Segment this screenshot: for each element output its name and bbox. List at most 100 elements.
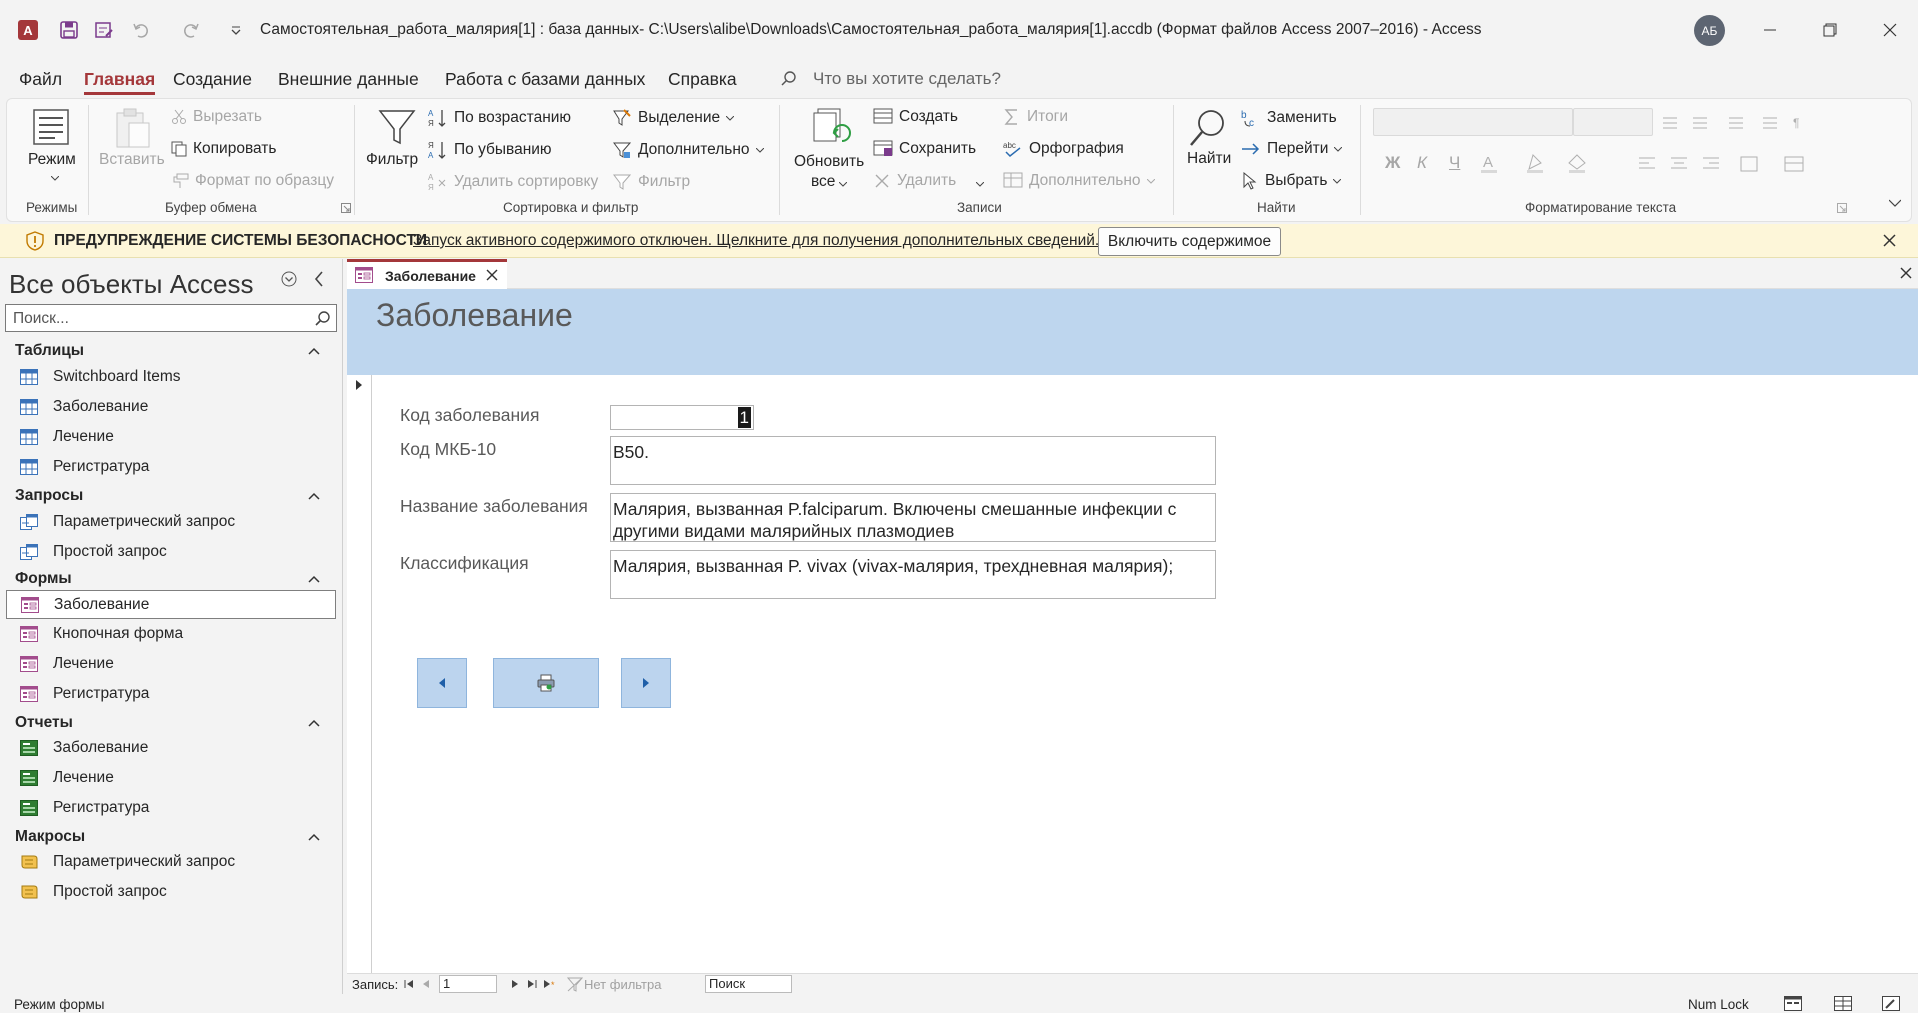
nav-item-query-parametric[interactable]: Параметрический запрос xyxy=(6,508,336,537)
save-icon[interactable] xyxy=(56,17,82,43)
refresh-all-button[interactable]: Обновить xyxy=(794,153,864,171)
font-name-select[interactable] xyxy=(1373,108,1573,136)
close-window-icon[interactable] xyxy=(1867,14,1913,46)
find-button[interactable]: Найти xyxy=(1187,150,1231,168)
chevron-up-icon[interactable] xyxy=(306,343,322,359)
search-icon[interactable] xyxy=(314,310,332,328)
new-record-nav-icon[interactable]: * xyxy=(543,979,557,989)
dialog-launcher-icon[interactable] xyxy=(341,203,351,213)
security-warning-link[interactable]: Запуск активного содержимого отключен. Щ… xyxy=(413,232,1099,250)
tab-help[interactable]: Справка xyxy=(668,69,737,90)
classification-input[interactable]: Малярия, вызванная P. vivax (vivax-маляр… xyxy=(610,550,1216,599)
totals-button[interactable]: Итоги xyxy=(1003,108,1068,126)
refresh-all-icon[interactable] xyxy=(812,107,852,151)
chevron-up-icon[interactable] xyxy=(306,715,322,731)
nav-group-macros[interactable]: Макросы xyxy=(15,828,85,846)
nav-item-table-treatment[interactable]: Лечение xyxy=(6,423,336,452)
chevron-up-icon[interactable] xyxy=(306,829,322,845)
print-record-button[interactable] xyxy=(493,658,599,708)
refresh-all-button-line2[interactable]: все xyxy=(811,173,835,191)
collapse-pane-icon[interactable] xyxy=(314,271,324,287)
tab-create[interactable]: Создание xyxy=(173,69,252,90)
restore-icon[interactable] xyxy=(1807,14,1853,46)
form-view-icon[interactable] xyxy=(1784,996,1802,1011)
toggle-filter-button[interactable]: Фильтр xyxy=(612,172,690,192)
datasheet-view-icon[interactable] xyxy=(1834,996,1852,1011)
first-record-icon[interactable] xyxy=(404,979,414,989)
cut-button[interactable]: Вырезать xyxy=(171,108,262,126)
nav-item-macro-simple[interactable]: Простой запрос xyxy=(6,878,336,907)
no-filter-label[interactable]: Нет фильтра xyxy=(584,977,661,992)
spelling-button[interactable]: abc Орфография xyxy=(1003,140,1124,158)
italic-button[interactable]: К xyxy=(1417,153,1427,173)
font-size-select[interactable] xyxy=(1573,108,1653,136)
nav-pane-title[interactable]: Все объекты Access xyxy=(9,269,254,300)
nav-item-report-registry[interactable]: Регистратура xyxy=(6,794,336,823)
minimize-icon[interactable] xyxy=(1747,14,1793,46)
remove-sort-button[interactable]: AЯ Удалить сортировку xyxy=(428,172,598,192)
nav-group-reports[interactable]: Отчеты xyxy=(15,714,73,732)
nav-item-table-registry[interactable]: Регистратура xyxy=(6,453,336,482)
find-icon[interactable] xyxy=(1187,107,1229,149)
redo-icon[interactable] xyxy=(178,17,204,43)
nav-group-tables[interactable]: Таблицы xyxy=(15,342,84,360)
collapse-ribbon-icon[interactable] xyxy=(1889,199,1901,207)
chevron-down-icon[interactable] xyxy=(976,182,984,187)
form-view-icon[interactable] xyxy=(91,17,117,43)
bold-button[interactable]: Ж xyxy=(1385,153,1400,173)
close-icon[interactable] xyxy=(1883,234,1896,247)
view-mode-icon[interactable] xyxy=(31,107,71,147)
next-record-icon[interactable] xyxy=(511,979,519,989)
nav-item-report-disease[interactable]: Заболевание xyxy=(6,734,336,763)
customize-qat-icon[interactable] xyxy=(223,17,249,43)
enable-content-button[interactable]: Включить содержимое xyxy=(1098,227,1281,256)
nav-menu-icon[interactable] xyxy=(281,271,297,287)
font-color-icon[interactable]: A xyxy=(1481,151,1611,175)
nav-item-report-treatment[interactable]: Лечение xyxy=(6,764,336,793)
nav-item-form-disease[interactable]: Заболевание xyxy=(6,590,336,619)
nav-group-forms[interactable]: Формы xyxy=(15,570,72,588)
replace-button[interactable]: bc Заменить xyxy=(1241,108,1337,128)
record-search-input[interactable]: Поиск xyxy=(705,975,792,993)
disease-name-input[interactable]: Малярия, вызванная P.falciparum. Включен… xyxy=(610,493,1216,542)
select-button[interactable]: Выбрать xyxy=(1241,172,1342,190)
record-selector[interactable] xyxy=(347,375,372,978)
new-record-button[interactable]: Создать xyxy=(873,108,958,126)
format-painter-button[interactable]: Формат по образцу xyxy=(171,172,334,190)
icd10-code-input[interactable]: B50. xyxy=(610,436,1216,485)
list-and-indent-buttons[interactable]: ¶ xyxy=(1657,113,1833,133)
tab-database-tools[interactable]: Работа с базами данных xyxy=(445,69,645,90)
filter-icon[interactable] xyxy=(377,107,417,147)
advanced-filter-button[interactable]: Дополнительно xyxy=(612,140,764,160)
nav-search-input[interactable]: Поиск... xyxy=(5,304,337,332)
close-document-icon[interactable] xyxy=(1900,267,1912,279)
previous-record-button[interactable] xyxy=(417,658,467,708)
previous-record-icon[interactable] xyxy=(422,979,430,989)
nav-item-macro-parametric[interactable]: Параметрический запрос xyxy=(6,848,336,877)
tab-file[interactable]: Файл xyxy=(19,69,62,90)
copy-button[interactable]: Копировать xyxy=(171,140,276,158)
nav-item-table-disease[interactable]: Заболевание xyxy=(6,393,336,422)
paste-button[interactable]: Вставить xyxy=(99,151,165,169)
align-buttons[interactable] xyxy=(1637,155,1837,175)
tell-me-input[interactable]: Что вы хотите сделать? xyxy=(813,69,1001,89)
nav-item-table-switchboard[interactable]: Switchboard Items xyxy=(6,363,336,392)
filter-button[interactable]: Фильтр xyxy=(366,151,418,169)
access-app-icon[interactable]: A xyxy=(15,17,41,43)
nav-item-form-registry[interactable]: Регистратура xyxy=(6,680,336,709)
current-record-input[interactable]: 1 xyxy=(439,975,497,993)
nav-item-form-treatment[interactable]: Лечение xyxy=(6,650,336,679)
nav-group-queries[interactable]: Запросы xyxy=(15,487,83,505)
disease-code-input[interactable]: 1 xyxy=(610,405,754,430)
view-mode-button[interactable]: Режим xyxy=(28,151,76,169)
sort-ascending-button[interactable]: AЯ По возрастанию xyxy=(428,108,571,128)
user-avatar[interactable]: АБ xyxy=(1694,15,1725,46)
underline-button[interactable]: Ч xyxy=(1449,153,1460,173)
document-tab[interactable]: Заболевание xyxy=(347,259,507,289)
nav-item-form-switchboard[interactable]: Кнопочная форма xyxy=(6,620,336,649)
dialog-launcher-icon[interactable] xyxy=(1837,203,1847,213)
goto-button[interactable]: Перейти xyxy=(1241,140,1343,158)
design-view-icon[interactable] xyxy=(1882,996,1900,1011)
last-record-icon[interactable] xyxy=(527,979,537,989)
chevron-up-icon[interactable] xyxy=(306,571,322,587)
